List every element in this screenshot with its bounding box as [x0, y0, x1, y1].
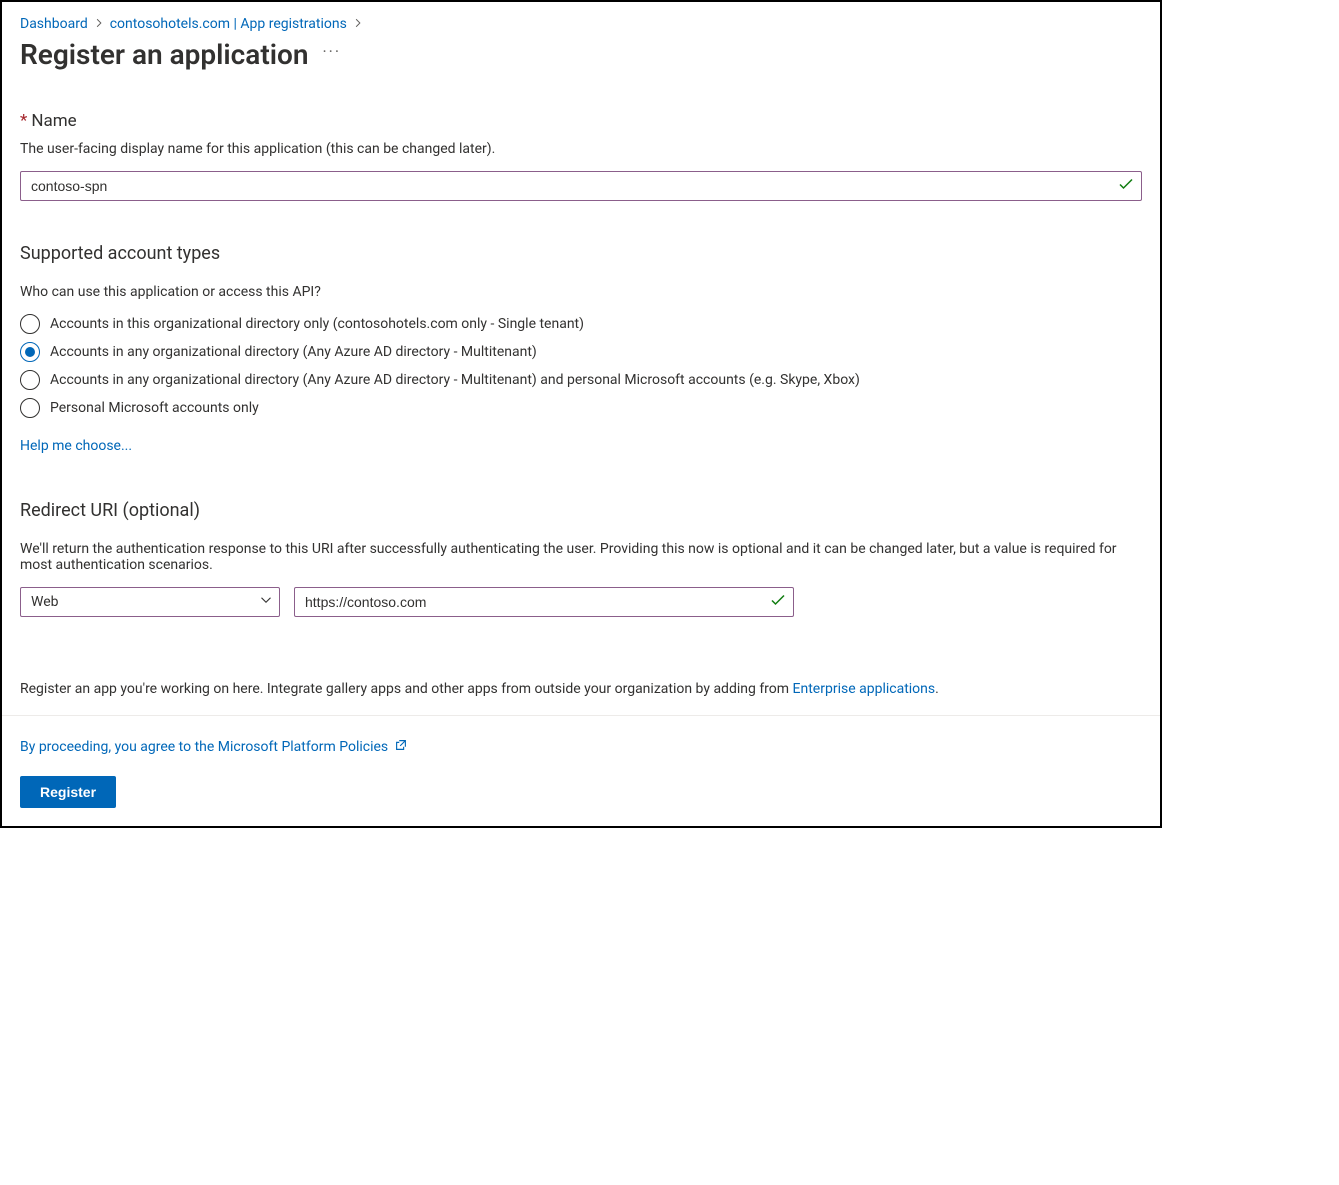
radio-label: Accounts in any organizational directory…: [50, 372, 860, 388]
breadcrumb-app-registrations[interactable]: contosohotels.com | App registrations: [110, 16, 347, 32]
radio-label: Personal Microsoft accounts only: [50, 400, 259, 416]
divider: [2, 715, 1160, 716]
redirect-uri-helper: We'll return the authentication response…: [20, 541, 1142, 573]
platform-select-value: Web: [31, 594, 59, 610]
more-icon[interactable]: ···: [323, 42, 342, 61]
radio-label: Accounts in this organizational director…: [50, 316, 584, 332]
account-type-option-personal-only[interactable]: Personal Microsoft accounts only: [20, 398, 1142, 418]
radio-label: Accounts in any organizational directory…: [50, 344, 537, 360]
redirect-uri-title: Redirect URI (optional): [20, 500, 1142, 521]
help-me-choose-link[interactable]: Help me choose...: [20, 438, 132, 454]
chevron-right-icon: [94, 16, 104, 32]
radio-icon: [20, 398, 40, 418]
name-helper: The user-facing display name for this ap…: [20, 141, 1142, 157]
enterprise-applications-link[interactable]: Enterprise applications: [793, 681, 936, 697]
register-button[interactable]: Register: [20, 776, 116, 808]
radio-icon: [20, 370, 40, 390]
breadcrumb: Dashboard contosohotels.com | App regist…: [20, 16, 1142, 32]
radio-icon: [20, 342, 40, 362]
account-types-radio-group: Accounts in this organizational director…: [20, 314, 1142, 418]
account-types-title: Supported account types: [20, 243, 1142, 264]
required-indicator: *: [20, 111, 27, 131]
chevron-right-icon: [353, 16, 363, 32]
redirect-uri-input[interactable]: [294, 587, 794, 617]
account-type-option-multitenant[interactable]: Accounts in any organizational directory…: [20, 342, 1142, 362]
account-type-option-single-tenant[interactable]: Accounts in this organizational director…: [20, 314, 1142, 334]
platform-select[interactable]: Web: [20, 587, 280, 617]
name-label: Name: [31, 111, 76, 131]
gallery-note: Register an app you're working on here. …: [20, 681, 1142, 697]
external-link-icon: [394, 738, 408, 756]
radio-icon: [20, 314, 40, 334]
account-types-question: Who can use this application or access t…: [20, 284, 1142, 300]
page-title: Register an application: [20, 38, 309, 71]
name-input[interactable]: [20, 171, 1142, 201]
account-type-option-multitenant-personal[interactable]: Accounts in any organizational directory…: [20, 370, 1142, 390]
platform-policies-link[interactable]: By proceeding, you agree to the Microsof…: [20, 739, 388, 755]
breadcrumb-dashboard[interactable]: Dashboard: [20, 16, 88, 32]
